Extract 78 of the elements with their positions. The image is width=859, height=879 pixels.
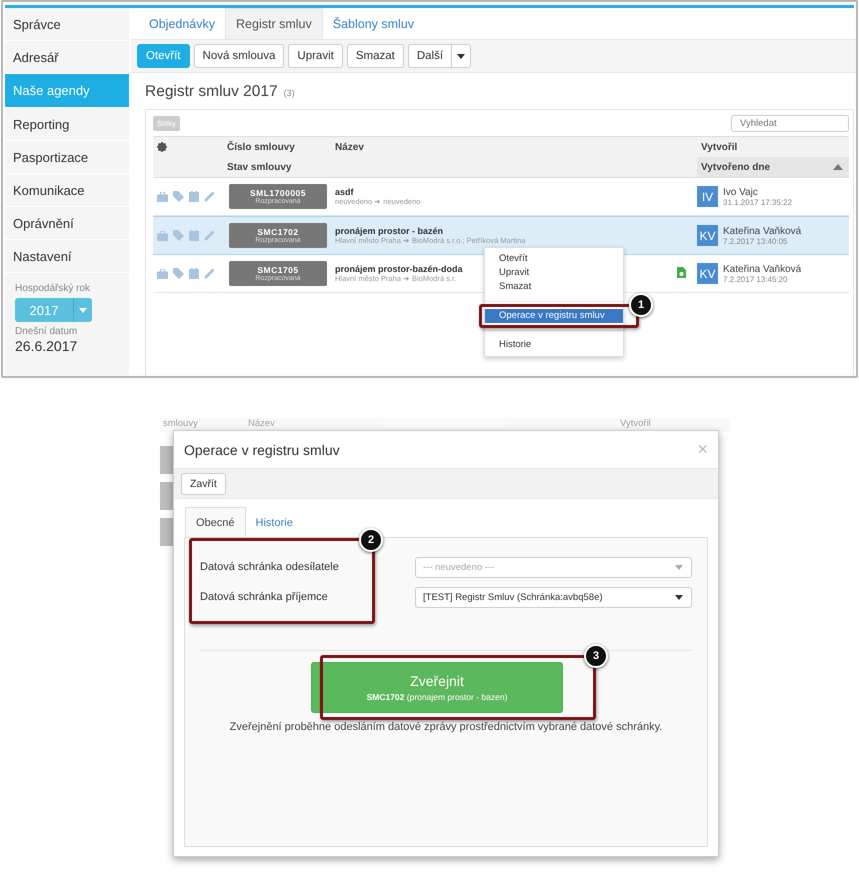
record-count: (3): [284, 88, 295, 98]
tag-icon[interactable]: [173, 268, 184, 279]
contract-name: pronájem prostor-bazén-doda: [335, 264, 463, 274]
calendar-icon[interactable]: [189, 268, 199, 279]
author-name: Kateřina Vaňková: [723, 264, 802, 274]
toolbar-button[interactable]: Nová smlouva: [194, 44, 284, 68]
search-field[interactable]: Vyhledat: [731, 115, 849, 132]
pencil-icon[interactable]: [204, 268, 215, 279]
date-value: 26.6.2017: [15, 338, 78, 354]
pencil-icon[interactable]: [204, 191, 215, 202]
contract-badge: [160, 482, 173, 510]
caret-icon: [675, 564, 683, 570]
created-date: 7.2.2017 13:40:05: [723, 236, 789, 246]
column-header: smlouvy: [162, 418, 199, 431]
briefcase-icon[interactable]: [157, 268, 168, 278]
column-header: Název: [248, 418, 276, 431]
tab[interactable]: Objednávky: [139, 9, 226, 39]
sidebar-item[interactable]: Reporting: [5, 108, 129, 141]
user-avatar: KV: [697, 263, 718, 284]
pencil-icon[interactable]: [204, 230, 215, 241]
tag-icon[interactable]: [173, 191, 184, 202]
menu-item[interactable]: Upravit: [485, 266, 623, 280]
author-name: Kateřina Vaňková: [723, 226, 802, 236]
briefcase-icon[interactable]: [157, 230, 168, 240]
sidebar-item[interactable]: Správce: [5, 8, 129, 41]
tab[interactable]: Šablony smluv: [322, 9, 424, 39]
fiscal-year-label: Hospodářský rok: [15, 283, 90, 294]
sidebar-item[interactable]: Oprávnění: [5, 207, 129, 240]
toolbar-button[interactable]: Smazat: [346, 44, 404, 68]
info-text: Zveřejnění proběhne odesláním datové zprávy prostřednictvím vybrané datové schránky.: [228, 721, 664, 733]
caret-icon: [675, 594, 683, 600]
dropdown-button[interactable]: [452, 44, 472, 68]
file-icon[interactable]: [677, 266, 686, 278]
author-name: Ivo Vajc: [723, 186, 759, 198]
date-label: Dnešní datum: [15, 326, 78, 337]
menu-item[interactable]: Smazat: [485, 280, 623, 294]
settings-icon[interactable]: [157, 142, 167, 152]
field-label: Datová schránka příjemce: [200, 591, 329, 603]
column-header[interactable]: Číslo smlouvy: [223, 137, 331, 157]
close-dialog-button[interactable]: Zavřít: [181, 472, 226, 494]
calendar-icon[interactable]: [189, 230, 199, 241]
caret-icon: [457, 54, 466, 58]
sidebar-item[interactable]: Pasportizace: [5, 141, 129, 174]
tab[interactable]: Historie: [246, 508, 303, 537]
column-header[interactable]: Vytvořil: [697, 137, 849, 157]
select-field[interactable]: [TEST] Registr Smluv (Schránka:avbq58e): [415, 586, 692, 608]
menu-item[interactable]: Operace v registru smluv: [485, 309, 623, 323]
column-header[interactable]: Stav smlouvy: [223, 157, 331, 177]
sidebar-item[interactable]: Nastavení: [5, 240, 129, 273]
column-header: Vytvořil: [620, 418, 651, 431]
calendar-icon[interactable]: [189, 191, 199, 202]
tag-icon[interactable]: [173, 230, 184, 241]
step-badge: 3: [584, 644, 608, 668]
tab[interactable]: Registr smluv: [225, 8, 323, 39]
contract-name: pronájem prostor - bazén: [335, 226, 444, 236]
sidebar-item[interactable]: Komunikace: [5, 174, 129, 207]
contract-badge: [160, 446, 173, 474]
page-title: Registr smluv 2017: [145, 83, 278, 101]
toolbar-button[interactable]: Upravit: [288, 44, 343, 68]
toolbar-button[interactable]: Další: [408, 44, 452, 68]
sort-icon: [833, 164, 843, 170]
menu-item[interactable]: Otevřít: [485, 252, 623, 266]
contract-name: asdf: [335, 187, 354, 197]
dialog-title: Operace v registru smluv: [184, 442, 340, 458]
menu-item[interactable]: Historie: [485, 338, 623, 352]
column-header[interactable]: Název: [331, 137, 677, 157]
created-date: 31.1.2017 17:35:22: [723, 198, 792, 206]
field-label: Datová schránka odesílatele: [200, 561, 340, 573]
caret-icon: [79, 308, 87, 312]
step-badge: 1: [629, 293, 653, 317]
step-badge: 2: [359, 528, 383, 552]
user-avatar: IV: [697, 186, 718, 207]
user-avatar: KV: [697, 225, 718, 246]
contract-badge: [160, 518, 173, 546]
column-header[interactable]: Vytvořeno dne: [697, 157, 849, 177]
briefcase-icon[interactable]: [157, 192, 168, 202]
created-date: 7.2.2017 13:45:20: [723, 274, 789, 284]
tab[interactable]: Obecné: [185, 507, 246, 538]
